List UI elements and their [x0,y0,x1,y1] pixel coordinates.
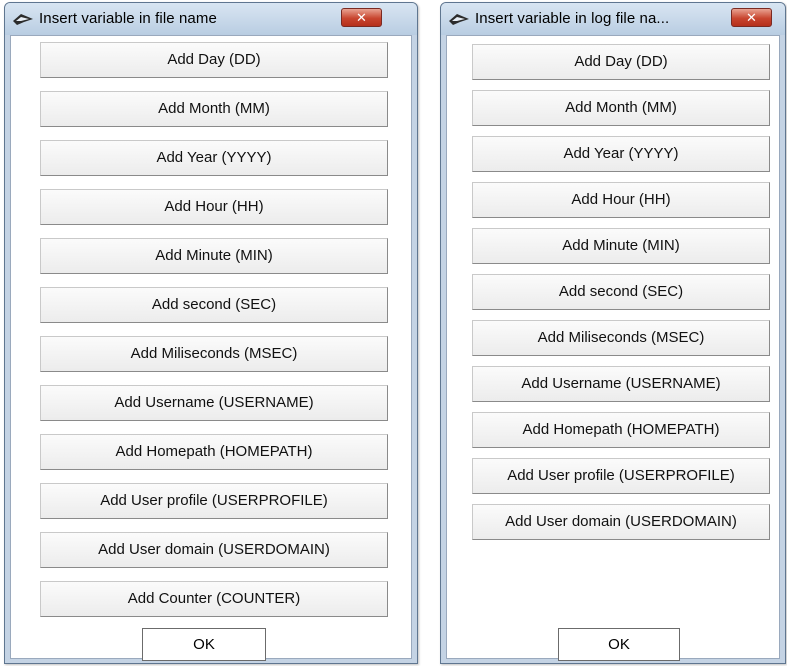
insert-variable-log-file-name-dialog: Insert variable in log file na... ✕ Add … [440,2,786,664]
add-milliseconds-button[interactable]: Add Miliseconds (MSEC) [40,336,388,372]
title-bar[interactable]: Insert variable in file name ✕ [5,3,417,35]
ok-button[interactable]: OK [142,628,266,661]
add-minute-button[interactable]: Add Minute (MIN) [40,238,388,274]
add-year-button[interactable]: Add Year (YYYY) [40,140,388,176]
add-day-button[interactable]: Add Day (DD) [472,44,770,80]
add-month-button[interactable]: Add Month (MM) [40,91,388,127]
add-username-button[interactable]: Add Username (USERNAME) [40,385,388,421]
window-title: Insert variable in log file na... [475,10,670,27]
close-icon: ✕ [746,10,757,25]
close-icon: ✕ [356,10,367,25]
title-bar[interactable]: Insert variable in log file na... ✕ [441,3,785,35]
add-day-button[interactable]: Add Day (DD) [40,42,388,78]
add-second-button[interactable]: Add second (SEC) [40,287,388,323]
insert-variable-file-name-dialog: Insert variable in file name ✕ Add Day (… [4,2,418,664]
add-homepath-button[interactable]: Add Homepath (HOMEPATH) [472,412,770,448]
dialog-content: Add Day (DD) Add Month (MM) Add Year (YY… [446,35,780,661]
add-year-button[interactable]: Add Year (YYYY) [472,136,770,172]
window-title: Insert variable in file name [39,10,217,27]
add-homepath-button[interactable]: Add Homepath (HOMEPATH) [40,434,388,470]
dialog-content: Add Day (DD) Add Month (MM) Add Year (YY… [10,35,412,661]
add-username-button[interactable]: Add Username (USERNAME) [472,366,770,402]
add-userdomain-button[interactable]: Add User domain (USERDOMAIN) [472,504,770,540]
close-button[interactable]: ✕ [341,8,382,27]
add-milliseconds-button[interactable]: Add Miliseconds (MSEC) [472,320,770,356]
add-hour-button[interactable]: Add Hour (HH) [472,182,770,218]
add-userdomain-button[interactable]: Add User domain (USERDOMAIN) [40,532,388,568]
close-button[interactable]: ✕ [731,8,772,27]
app-logo-icon [449,14,469,25]
add-month-button[interactable]: Add Month (MM) [472,90,770,126]
app-logo-icon [13,14,33,25]
add-userprofile-button[interactable]: Add User profile (USERPROFILE) [472,458,770,494]
ok-button[interactable]: OK [558,628,680,661]
add-counter-button[interactable]: Add Counter (COUNTER) [40,581,388,617]
add-hour-button[interactable]: Add Hour (HH) [40,189,388,225]
add-second-button[interactable]: Add second (SEC) [472,274,770,310]
add-userprofile-button[interactable]: Add User profile (USERPROFILE) [40,483,388,519]
add-minute-button[interactable]: Add Minute (MIN) [472,228,770,264]
